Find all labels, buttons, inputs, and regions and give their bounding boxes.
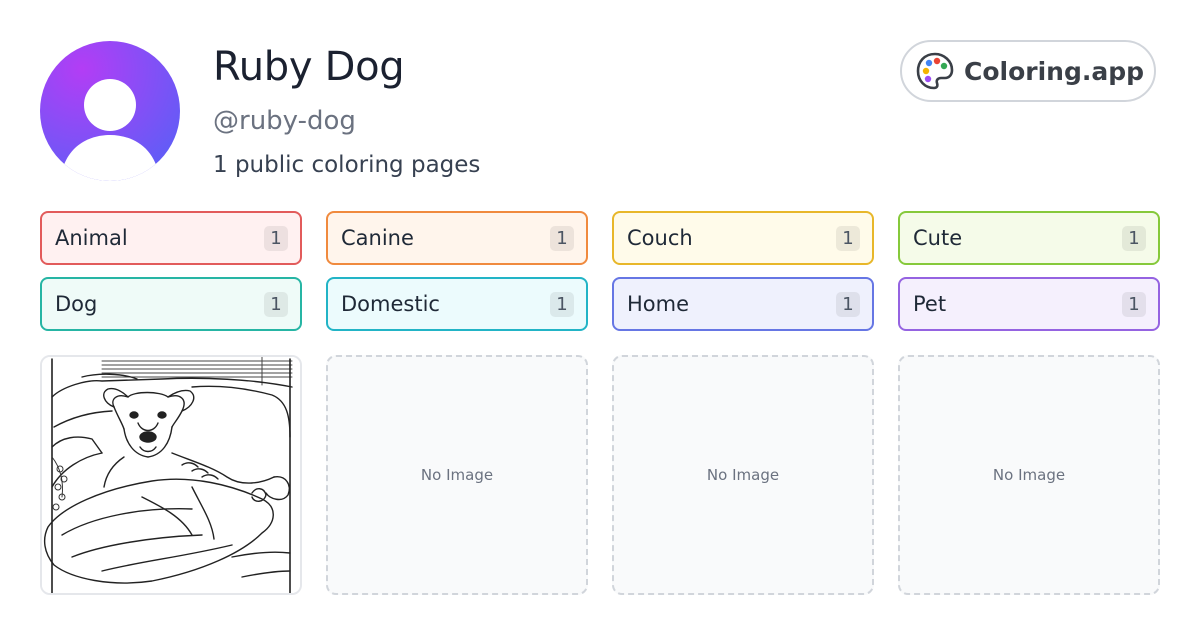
tag-canine[interactable]: Canine 1 xyxy=(326,211,588,265)
tag-label: Dog xyxy=(55,292,98,316)
tag-cute[interactable]: Cute 1 xyxy=(898,211,1160,265)
tag-count: 1 xyxy=(264,291,288,317)
palette-icon xyxy=(916,52,954,90)
tag-label: Home xyxy=(627,292,690,316)
brand-label: Coloring.app xyxy=(964,56,1145,86)
tag-count: 1 xyxy=(550,291,574,317)
avatar xyxy=(40,41,180,181)
user-silhouette-icon xyxy=(60,79,160,181)
coloring-app-link[interactable]: Coloring.app xyxy=(900,40,1156,102)
tag-label: Domestic xyxy=(341,292,440,316)
tag-count: 1 xyxy=(264,225,288,251)
tag-count: 1 xyxy=(550,225,574,251)
tag-pet[interactable]: Pet 1 xyxy=(898,277,1160,331)
tag-couch[interactable]: Couch 1 xyxy=(612,211,874,265)
tag-home[interactable]: Home 1 xyxy=(612,277,874,331)
tag-animal[interactable]: Animal 1 xyxy=(40,211,302,265)
tag-label: Cute xyxy=(913,226,963,250)
tag-count: 1 xyxy=(836,225,860,251)
no-image-label: No Image xyxy=(420,466,494,484)
tag-count: 1 xyxy=(1122,225,1146,251)
empty-thumbnail: No Image xyxy=(898,355,1160,595)
tag-count: 1 xyxy=(1122,291,1146,317)
empty-thumbnail: No Image xyxy=(612,355,874,595)
tag-domestic[interactable]: Domestic 1 xyxy=(326,277,588,331)
page-count: 1 public coloring pages xyxy=(213,152,481,178)
empty-thumbnail: No Image xyxy=(326,355,588,595)
tag-label: Couch xyxy=(627,226,693,250)
dog-on-couch-drawing xyxy=(42,357,300,593)
tag-count: 1 xyxy=(836,291,860,317)
tag-dog[interactable]: Dog 1 xyxy=(40,277,302,331)
profile-handle: @ruby-dog xyxy=(213,106,356,136)
tag-label: Canine xyxy=(341,226,414,250)
tag-label: Pet xyxy=(913,292,947,316)
profile-name: Ruby Dog xyxy=(213,44,405,90)
tag-label: Animal xyxy=(55,226,128,250)
no-image-label: No Image xyxy=(992,466,1066,484)
no-image-label: No Image xyxy=(706,466,780,484)
coloring-page-thumbnail[interactable] xyxy=(40,355,302,595)
